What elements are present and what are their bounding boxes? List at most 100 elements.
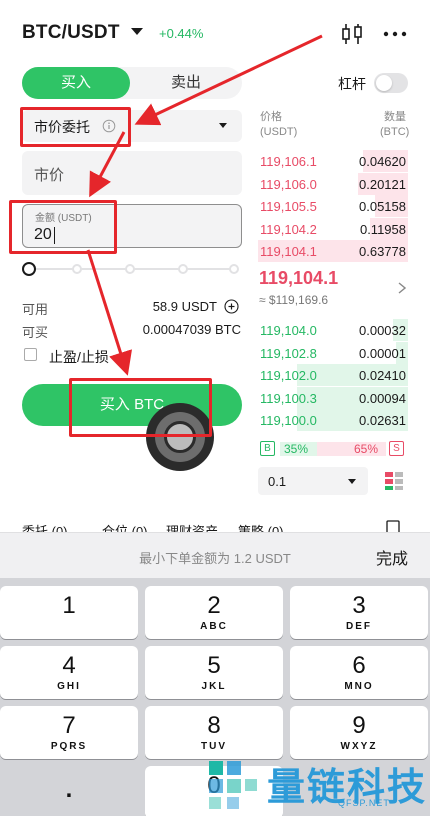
- key-label: 2: [207, 592, 221, 619]
- ask-qty: 0.05158: [359, 199, 406, 214]
- sell-badge: S: [389, 441, 404, 456]
- qty-header-text: 数量: [384, 111, 406, 123]
- ask-row[interactable]: 119,106.0 0.20121: [258, 172, 408, 195]
- tab-buy[interactable]: 买入: [22, 67, 130, 99]
- key-letters: JKL: [201, 681, 227, 692]
- bid-qty: 0.00001: [359, 345, 406, 361]
- ask-row[interactable]: 119,106.1 0.04620: [258, 150, 408, 172]
- price-field: 市价: [22, 151, 242, 195]
- key-label: 8: [207, 712, 221, 739]
- bid-price: 119,100.0: [260, 413, 317, 428]
- watermark-logo: [209, 761, 257, 809]
- orderbook-layout-icon[interactable]: [383, 470, 405, 492]
- header-bar: BTC/USDT +0.44%: [0, 0, 430, 64]
- candlestick-icon[interactable]: [340, 22, 364, 46]
- qty-column-header: 数量 (BTC): [380, 110, 410, 140]
- bid-qty: 0.00094: [359, 390, 406, 406]
- key-label: 4: [62, 652, 76, 679]
- keyboard-done-button[interactable]: 完成: [376, 545, 408, 569]
- key-letters: PQRS: [50, 741, 88, 752]
- key-label: 3: [352, 592, 366, 619]
- ask-price: 119,104.1: [260, 244, 317, 259]
- sell-ratio-pct: 65%: [354, 442, 379, 456]
- bid-price: 119,102.0: [260, 368, 317, 383]
- qty-header-unit: (BTC): [380, 126, 410, 138]
- key-letters: WXYZ: [340, 741, 378, 752]
- tpsl-label[interactable]: 止盈/止损: [49, 347, 109, 367]
- leverage-label: 杠杆: [338, 76, 366, 92]
- toggle-knob: [376, 75, 392, 91]
- price-header-unit: (USDT): [260, 126, 298, 138]
- key-9[interactable]: 9 WXYZ: [290, 706, 428, 759]
- bid-price: 119,100.3: [260, 390, 317, 406]
- slider-mark-50[interactable]: [125, 264, 135, 274]
- slider-mark-100[interactable]: [229, 264, 239, 274]
- key-letters: DEF: [346, 621, 372, 632]
- key-2[interactable]: 2 ABC: [145, 586, 283, 639]
- bid-row[interactable]: 119,102.8 0.00001: [258, 341, 408, 364]
- bid-qty: 0.02631: [359, 413, 406, 428]
- price-column-header: 价格 (USDT): [260, 110, 297, 140]
- key-3[interactable]: 3 DEF: [290, 586, 428, 639]
- ask-price: 119,106.1: [260, 154, 317, 169]
- key-1[interactable]: 1: [0, 586, 138, 639]
- available-label: 可用: [22, 302, 49, 317]
- leverage-toggle[interactable]: [374, 73, 408, 93]
- key-label: 7: [62, 712, 76, 739]
- key-label: .: [65, 776, 73, 803]
- plus-circle-icon[interactable]: [224, 299, 239, 314]
- ask-price: 119,105.5: [260, 199, 317, 214]
- precision-value: 0.1: [268, 474, 287, 489]
- key-letters: ABC: [200, 621, 228, 632]
- annotation-box-buy-button: [69, 378, 212, 437]
- more-dots-icon[interactable]: [382, 22, 408, 46]
- bid-row[interactable]: 119,102.0 0.02410: [258, 364, 408, 386]
- key-7[interactable]: 7 PQRS: [0, 706, 138, 759]
- key-8[interactable]: 8 TUV: [145, 706, 283, 759]
- buy-sell-ratio: B 35% 65% S: [258, 440, 408, 458]
- buy-badge: B: [260, 441, 275, 456]
- key-4[interactable]: 4 GHI: [0, 646, 138, 699]
- slider-mark-75[interactable]: [178, 264, 188, 274]
- ask-price: 119,104.2: [260, 221, 317, 237]
- bottom-tabs: 委托 (0) 仓位 (0) 理财资产 策略 (0): [22, 519, 412, 533]
- pair-caret-down-icon[interactable]: [131, 28, 143, 35]
- ask-row[interactable]: 119,104.2 0.11958: [258, 217, 408, 240]
- key-label: 5: [207, 652, 221, 679]
- chevron-down-icon: [219, 123, 227, 128]
- can-buy-value: 0.00047039 BTC: [142, 322, 241, 337]
- key-label: 1: [62, 592, 76, 619]
- precision-dropdown[interactable]: 0.1: [258, 467, 368, 495]
- tpsl-checkbox[interactable]: [24, 348, 37, 361]
- watermark-subtext: QFSP.NET: [338, 798, 390, 808]
- bid-row[interactable]: 119,100.3 0.00094: [258, 386, 408, 409]
- bid-qty: 0.02410: [359, 368, 406, 383]
- key-letters: GHI: [57, 681, 81, 692]
- slider-mark-25[interactable]: [72, 264, 82, 274]
- ask-row[interactable]: 119,104.1 0.63778: [258, 240, 408, 262]
- slider-handle[interactable]: [22, 262, 36, 276]
- bid-row[interactable]: 119,104.0 0.00032: [258, 319, 408, 341]
- price-header-text: 价格: [260, 111, 282, 123]
- bid-row[interactable]: 119,100.0 0.02631: [258, 409, 408, 431]
- ask-qty: 0.04620: [359, 154, 406, 169]
- can-buy-label: 可买: [22, 325, 49, 340]
- tab-sell[interactable]: 卖出: [130, 67, 242, 99]
- available-value: 58.9 USDT: [152, 299, 217, 314]
- trading-pair-title[interactable]: BTC/USDT: [22, 22, 120, 44]
- market-price-label: 市价: [34, 167, 65, 184]
- chevron-right-icon[interactable]: [398, 282, 406, 294]
- ask-row[interactable]: 119,105.5 0.05158: [258, 195, 408, 217]
- ask-qty: 0.63778: [359, 244, 406, 259]
- ask-qty: 0.11958: [359, 221, 406, 237]
- key-letters: MNO: [344, 681, 374, 692]
- min-order-hint: 最小下单金额为 1.2 USDT: [139, 551, 291, 566]
- ask-qty: 0.20121: [359, 176, 406, 192]
- last-price[interactable]: 119,104.1: [259, 268, 338, 289]
- key-5[interactable]: 5 JKL: [145, 646, 283, 699]
- key-dot[interactable]: .: [0, 766, 138, 816]
- buy-sell-toggle: 买入 卖出: [22, 67, 242, 99]
- key-6[interactable]: 6 MNO: [290, 646, 428, 699]
- amount-slider[interactable]: [22, 262, 242, 276]
- annotation-box-amount: [9, 200, 117, 254]
